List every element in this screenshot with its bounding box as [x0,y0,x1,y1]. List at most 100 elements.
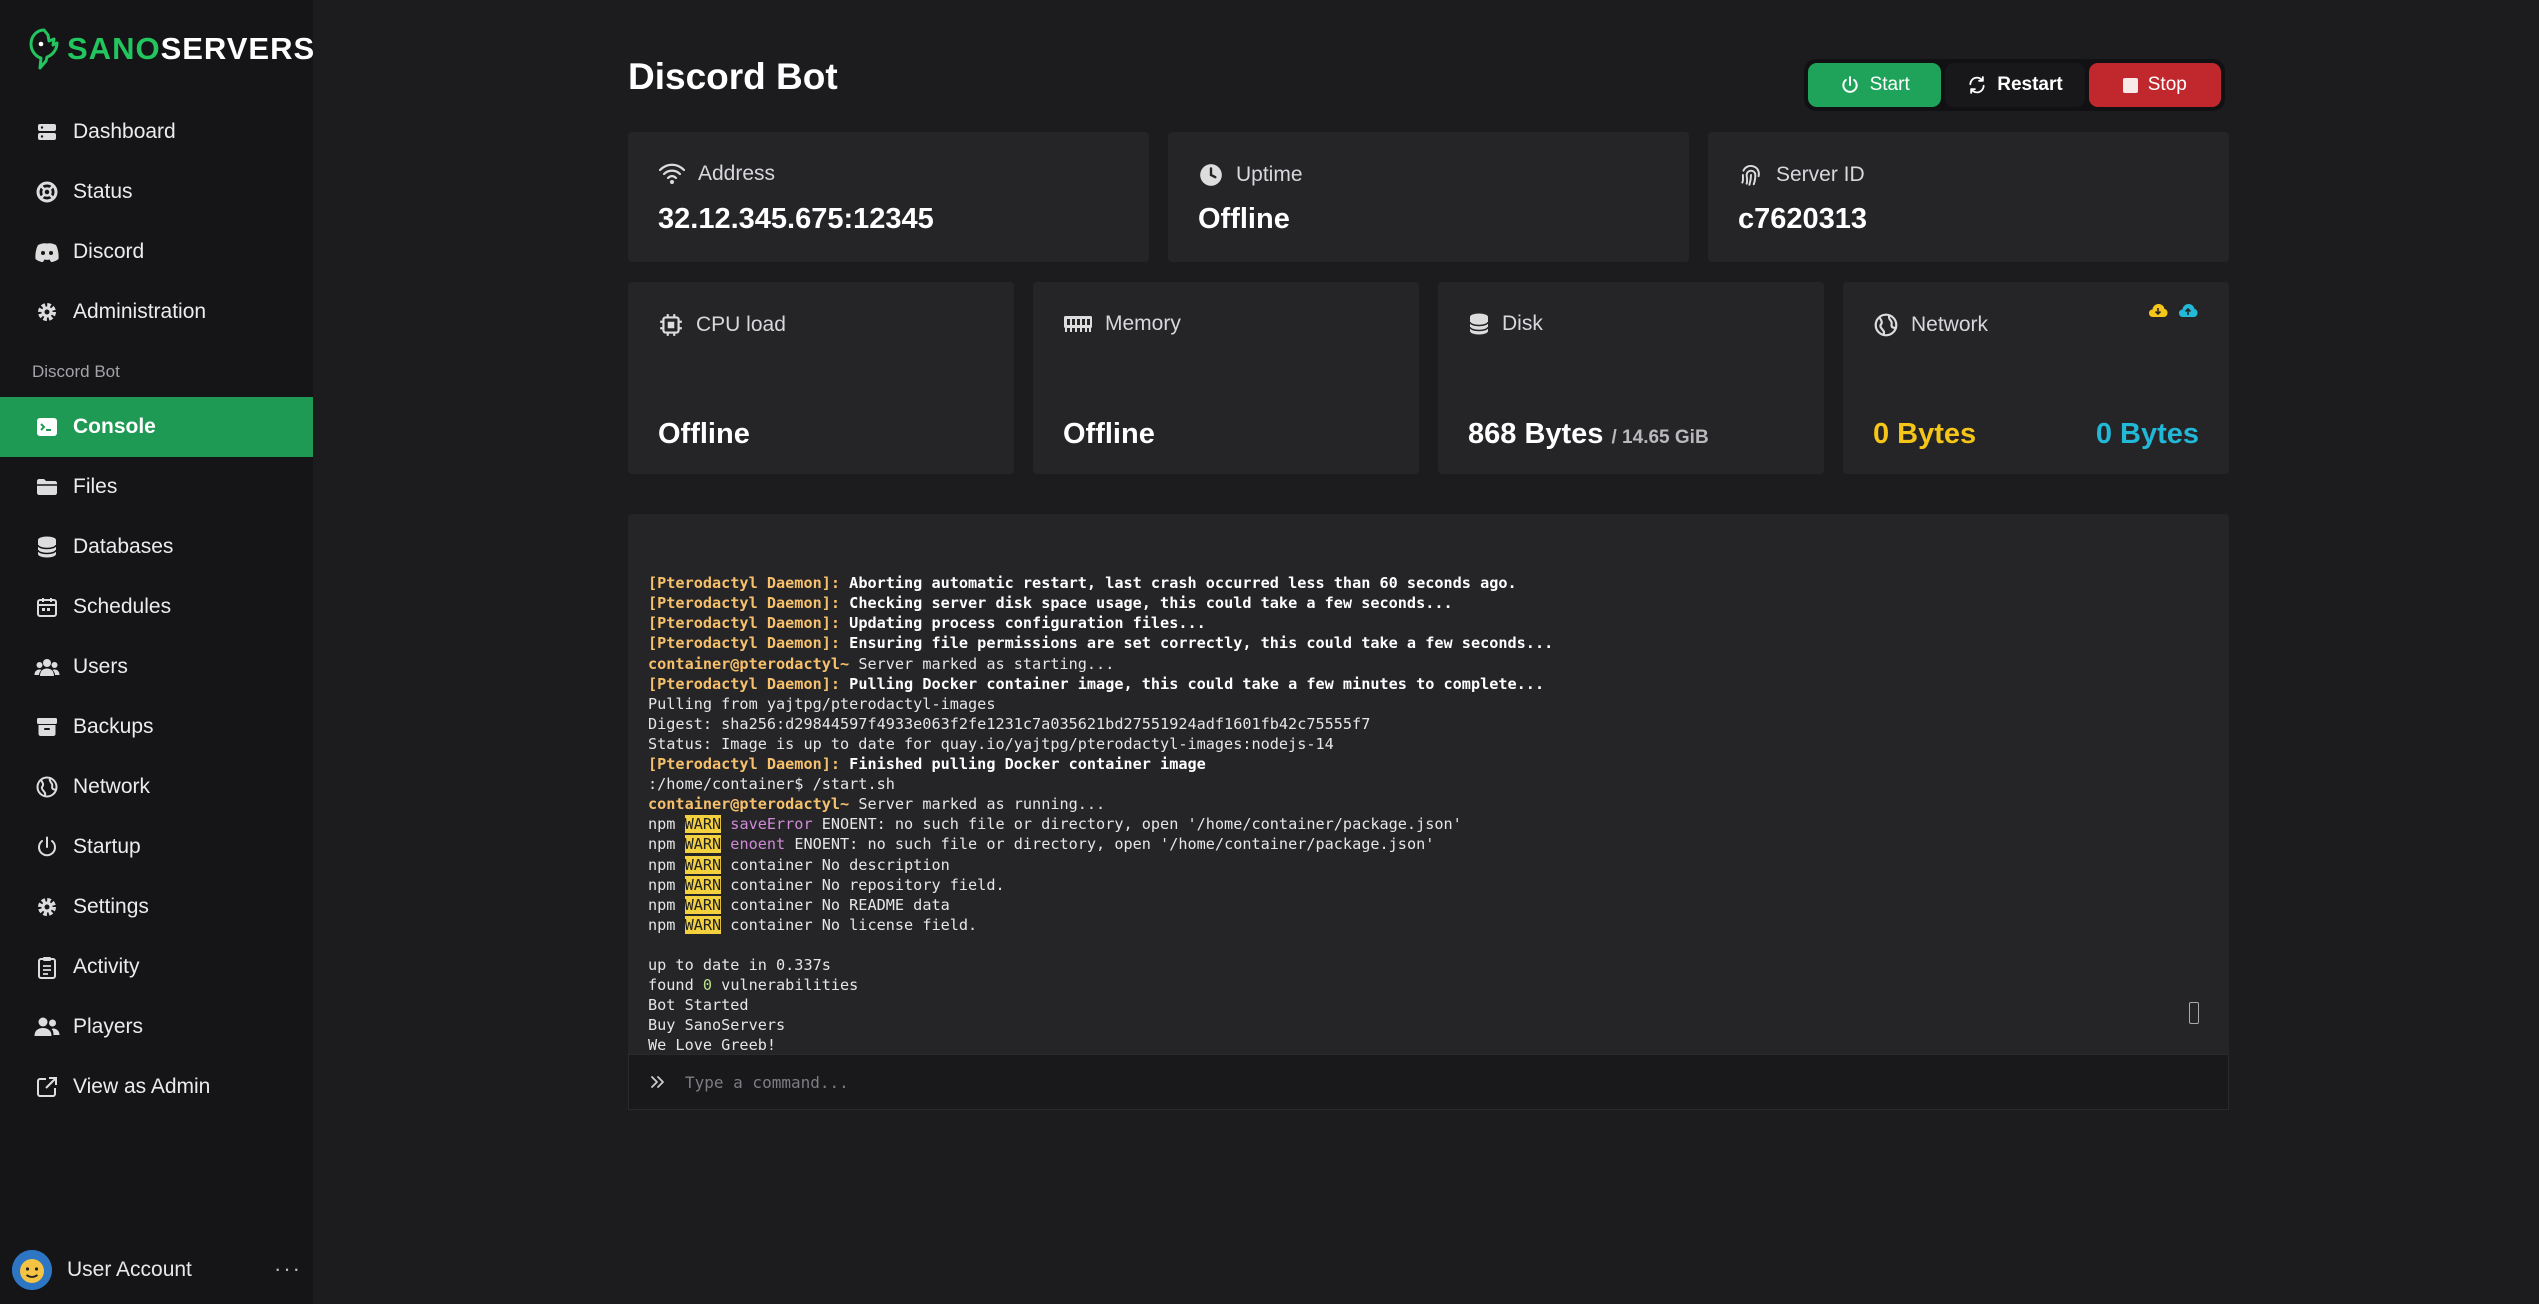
sidebar-item-label: Startup [73,835,141,858]
console-segment: saveError [721,815,813,834]
address-card: Address 32.12.345.675:12345 [628,132,1149,262]
sidebar-section-label: Discord Bot [32,362,120,381]
console-line: npm WARN saveError ENOENT: no such file … [648,814,2209,834]
disk-value: 868 Bytes / 14.65 GiB [1468,418,1709,451]
uptime-card: Uptime Offline [1168,132,1689,262]
players-icon [34,1014,60,1040]
console-line: container@pterodactyl~ Server marked as … [648,654,2209,674]
console-segment: npm [648,915,685,934]
sidebar-item-players[interactable]: Players [0,997,313,1057]
sidebar-item-view-as-admin[interactable]: View as Admin [0,1057,313,1117]
command-input[interactable] [683,1071,2087,1093]
console-line: [Pterodactyl Daemon]: Checking server di… [648,593,2209,613]
sidebar-item-label: Dashboard [73,120,176,143]
terminal-icon [34,414,60,440]
cpu-label: CPU load [696,313,786,336]
console-segment: 0 [702,976,713,995]
console-segment: Digest: sha256:d29844597f4933e063f2fe123… [648,714,1371,733]
console-segment: WARN [684,895,722,914]
brand-logo[interactable]: SANOSERVERS [27,27,315,71]
memory-label: Memory [1105,312,1181,335]
sidebar-item-label: Administration [73,300,207,323]
more-options-icon[interactable]: ··· [274,1256,302,1282]
folder-icon [34,474,60,500]
stop-button[interactable]: Stop [2088,63,2221,107]
user-name: User Account [67,1258,192,1281]
console-segment: Checking server disk space usage, this c… [840,594,1453,613]
user-account[interactable]: User Account ··· [12,1250,302,1290]
disk-card: Disk 868 Bytes / 14.65 GiB [1438,282,1824,474]
sidebar-item-backups[interactable]: Backups [0,697,313,757]
console-line: npm WARN container No README data [648,895,2209,915]
sidebar-item-discord[interactable]: Discord [0,222,313,282]
sidebar-item-settings[interactable]: Settings [0,877,313,937]
console-line: [Pterodactyl Daemon]: Pulling Docker con… [648,674,2209,694]
sidebar-item-schedules[interactable]: Schedules [0,577,313,637]
console-line: [Pterodactyl Daemon]: Ensuring file perm… [648,633,2209,653]
sidebar-item-console[interactable]: Console [0,397,313,457]
console-line: npm WARN container No license field. [648,915,2209,935]
sidebar-item-label: Status [73,180,133,203]
network-label: Network [1911,313,1989,336]
console-segment: Status: Image is up to date for quay.io/… [648,734,1334,753]
server-id-value[interactable]: c7620313 [1738,203,1867,236]
console-segment: found [648,976,703,995]
calendar-icon [34,594,60,620]
server-id-card: Server ID c7620313 [1708,132,2229,262]
sidebar-item-label: Console [73,415,156,438]
console-segment: container No repository field. [721,875,1005,894]
sidebar-item-startup[interactable]: Startup [0,817,313,877]
console-segment: Bot Started [648,996,749,1015]
console-segment: ENOENT: no such file or directory, open … [812,815,1462,834]
sidebar-item-status[interactable]: Status [0,162,313,222]
sidebar-item-label: Network [73,775,151,798]
sidebar-item-activity[interactable]: Activity [0,937,313,997]
stop-icon [2122,77,2138,93]
console-line: Bot Started [648,995,2209,1015]
console-segment: vulnerabilities [712,976,859,995]
console-segment: container@pterodactyl~ [648,654,850,673]
address-value[interactable]: 32.12.345.675:12345 [658,203,934,236]
sidebar-item-network[interactable]: Network [0,757,313,817]
start-button[interactable]: Start [1808,63,1942,107]
database-icon [1469,313,1489,335]
console-segment: Ensuring file permissions are set correc… [840,634,1554,653]
external-link-icon [34,1074,60,1100]
chevrons-right-icon [651,1076,664,1088]
console-line: Status: Image is up to date for quay.io/… [648,734,2209,754]
cpu-icon [660,314,682,336]
clipboard-icon [34,954,60,980]
sidebar-item-label: View as Admin [73,1075,211,1098]
restart-button[interactable]: Restart [1945,63,2085,107]
archive-icon [34,714,60,740]
console-segment: [Pterodactyl Daemon]: [648,674,841,693]
sidebar-item-administration[interactable]: Administration [0,282,313,342]
uptime-value: Offline [1198,203,1290,235]
network-outbound-value: 0 Bytes [2095,418,2199,450]
cloud-download-icon [2149,304,2168,317]
memory-icon [1064,316,1092,332]
wifi-icon [658,163,686,184]
sidebar-item-databases[interactable]: Databases [0,517,313,577]
sidebar-item-label: Activity [73,955,140,978]
gear-icon [34,894,60,920]
console-segment: [Pterodactyl Daemon]: [648,755,841,774]
refresh-icon [1969,76,1985,94]
console-segment: Server marked as running... [849,795,1106,814]
gear-icon [34,299,60,325]
console-output[interactable]: [Pterodactyl Daemon]: Aborting automatic… [628,514,2229,1054]
address-label: Address [698,162,776,185]
sidebar-item-files[interactable]: Files [0,457,313,517]
sidebar-item-label: Discord [73,240,145,263]
console-segment: We Love Greeb! [648,1036,777,1054]
sidebar-item-label: Files [73,475,118,498]
sidebar-item-users[interactable]: Users [0,637,313,697]
server-icon [34,119,60,145]
sidebar-item-dashboard[interactable]: Dashboard [0,102,313,162]
console-segment: up to date in 0.337s [648,955,831,974]
console-segment: Finished pulling Docker container image [840,755,1206,774]
memory-value: Offline [1063,418,1155,450]
disk-label: Disk [1502,312,1543,335]
console-line: npm WARN container No repository field. [648,875,2209,895]
